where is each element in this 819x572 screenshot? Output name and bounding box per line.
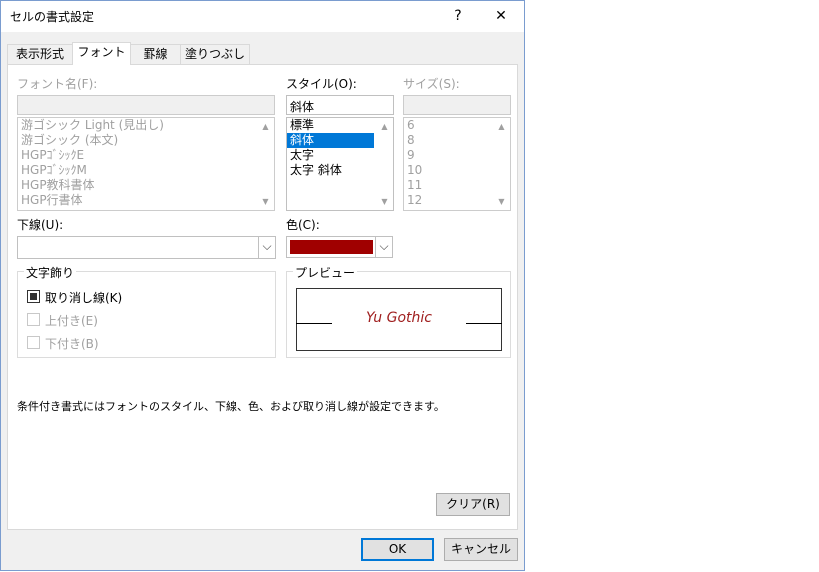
list-item: HGPｺﾞｼｯｸM xyxy=(21,163,87,177)
style-input[interactable]: 斜体 xyxy=(286,95,394,115)
scroll-down-icon: ▼ xyxy=(498,197,505,206)
title-bar: セルの書式設定 ? ✕ xyxy=(1,1,524,32)
list-item: 游ゴシック Light (見出し) xyxy=(21,118,164,132)
font-tab-panel: フォント名(F): 游ゴシック Light (見出し) 游ゴシック (本文) H… xyxy=(7,64,518,530)
preview-box: Yu Gothic xyxy=(296,288,502,351)
help-icon: ? xyxy=(454,8,462,24)
close-icon: ✕ xyxy=(495,8,507,24)
strikethrough-label[interactable]: 取り消し線(K) xyxy=(45,289,122,306)
list-item-selected[interactable]: 斜体 xyxy=(287,133,374,148)
style-label: スタイル(O): xyxy=(286,77,357,91)
clear-button[interactable]: クリア(R) xyxy=(436,493,510,516)
ok-button[interactable]: OK xyxy=(361,538,434,561)
scroll-up-icon: ▲ xyxy=(262,122,269,131)
preview-group: プレビュー Yu Gothic xyxy=(286,264,511,358)
tab-font[interactable]: フォント xyxy=(72,42,131,65)
color-picker[interactable]: ⌵ xyxy=(286,236,393,258)
superscript-label: 上付き(E) xyxy=(45,314,98,328)
font-name-scrollbar: ▲ ▼ xyxy=(257,118,274,210)
chevron-down-icon[interactable]: ⌵ xyxy=(258,237,275,258)
tab-fill[interactable]: 塗りつぶし xyxy=(180,44,250,64)
size-scrollbar: ▲ ▼ xyxy=(493,118,510,210)
tab-number-format[interactable]: 表示形式 xyxy=(7,44,73,64)
size-list: 6 8 9 10 11 12 ▲ ▼ xyxy=(403,117,511,211)
scroll-down-icon[interactable]: ▼ xyxy=(376,193,393,210)
preview-group-title: プレビュー xyxy=(293,264,358,281)
style-value: 斜体 xyxy=(290,100,315,114)
close-button[interactable]: ✕ xyxy=(481,1,521,32)
preview-text: Yu Gothic xyxy=(366,310,432,326)
format-cells-dialog: セルの書式設定 ? ✕ 表示形式 フォント 罫線 塗りつぶし フォント名(F):… xyxy=(0,0,525,571)
underline-select[interactable]: ⌵ xyxy=(17,236,276,259)
dialog-title: セルの書式設定 xyxy=(10,10,95,24)
list-item: 游ゴシック (本文) xyxy=(21,133,119,147)
indeterminate-mark xyxy=(30,293,37,300)
scroll-down-icon: ▼ xyxy=(262,197,269,206)
underline-label: 下線(U): xyxy=(17,218,64,232)
size-input xyxy=(403,95,511,115)
cancel-button[interactable]: キャンセル xyxy=(444,538,518,561)
list-item: HGP行書体 xyxy=(21,193,83,207)
style-scrollbar[interactable]: ▲ ▼ xyxy=(376,118,393,210)
font-name-list: 游ゴシック Light (見出し) 游ゴシック (本文) HGPｺﾞｼｯｸE H… xyxy=(17,117,275,211)
effects-group-title: 文字飾り xyxy=(24,264,77,281)
color-label: 色(C): xyxy=(286,218,320,232)
help-button[interactable]: ? xyxy=(438,1,478,32)
list-item: HGP教科書体 xyxy=(21,178,95,192)
superscript-checkbox xyxy=(27,313,40,326)
font-name-label: フォント名(F): xyxy=(17,77,98,91)
list-item: HGPｺﾞｼｯｸE xyxy=(21,148,85,162)
effects-group: 文字飾り 取り消し線(K) 上付き(E) 下付き(B) xyxy=(17,264,276,358)
info-text: 条件付き書式にはフォントのスタイル、下線、色、および取り消し線が設定できます。 xyxy=(17,400,445,413)
color-swatch xyxy=(290,240,373,254)
strikethrough-checkbox[interactable] xyxy=(27,290,40,303)
tab-border[interactable]: 罫線 xyxy=(130,44,181,64)
subscript-checkbox xyxy=(27,336,40,349)
size-label: サイズ(S): xyxy=(403,77,460,91)
scroll-up-icon[interactable]: ▲ xyxy=(376,118,393,135)
chevron-down-icon[interactable]: ⌵ xyxy=(375,237,392,257)
font-name-input xyxy=(17,95,275,115)
subscript-label: 下付き(B) xyxy=(45,337,99,351)
scroll-up-icon: ▲ xyxy=(498,122,505,131)
style-list[interactable]: 標準 斜体 太字 太字 斜体 ▲ ▼ xyxy=(286,117,394,211)
